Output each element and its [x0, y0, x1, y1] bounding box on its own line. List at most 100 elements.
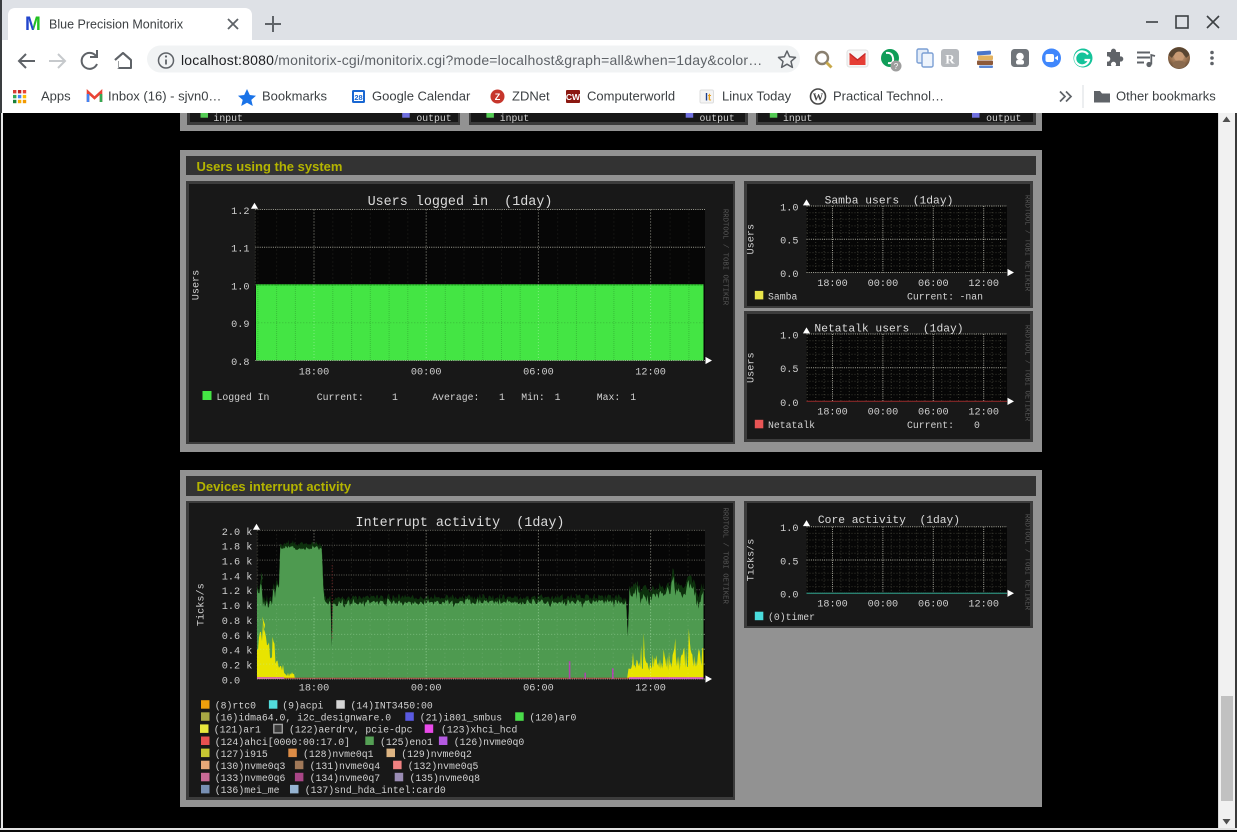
svg-text:Apps: Apps [41, 89, 71, 104]
svg-text:(133)nvme0q6: (133)nvme0q6 [215, 773, 286, 784]
svg-text:Inbox (16) - sjvn0…: Inbox (16) - sjvn0… [108, 89, 221, 104]
svg-text:Users: Users [747, 352, 758, 383]
svg-text:(123)xhci_hcd: (123)xhci_hcd [441, 725, 518, 736]
svg-text:RRDTOOL / TOBI OETIKER: RRDTOOL / TOBI OETIKER [1022, 195, 1030, 292]
svg-text:Max:: Max: [597, 391, 621, 402]
svg-text:1.8 k: 1.8 k [222, 542, 253, 554]
svg-text:output: output [416, 113, 451, 124]
svg-text:0.0: 0.0 [780, 591, 798, 602]
svg-text:Blue Precision Monitorix: Blue Precision Monitorix [49, 18, 184, 32]
svg-text:Samba: Samba [768, 291, 798, 302]
svg-text:Samba users (1day): Samba users (1day) [825, 196, 954, 208]
svg-text:0.5: 0.5 [780, 365, 798, 376]
svg-text:12:00: 12:00 [968, 600, 999, 611]
svg-text:(136)mei_me: (136)mei_me [215, 785, 280, 796]
svg-text:Logged In: Logged In [217, 391, 270, 402]
svg-text:RRDTOOL / TOBI OETIKER: RRDTOOL / TOBI OETIKER [1022, 325, 1030, 422]
svg-text:ZDNet: ZDNet [512, 89, 550, 104]
svg-text:RRDTOOL / TOBI OETIKER: RRDTOOL / TOBI OETIKER [720, 208, 728, 305]
svg-text:00:00: 00:00 [868, 279, 899, 290]
svg-text:-nan: -nan [960, 291, 984, 302]
svg-text:Netatalk users (1day): Netatalk users (1day) [814, 324, 963, 336]
svg-text:1: 1 [630, 391, 636, 402]
svg-text:input: input [214, 113, 243, 124]
svg-text:0.2 k: 0.2 k [222, 661, 253, 673]
svg-text:00:00: 00:00 [868, 600, 899, 611]
svg-text:CW: CW [566, 92, 581, 102]
svg-text:0.0: 0.0 [780, 270, 798, 281]
svg-text:Ticks/s: Ticks/s [196, 584, 208, 627]
svg-text:(14)INT3450:00: (14)INT3450:00 [351, 701, 433, 712]
svg-text:2.0 k: 2.0 k [222, 527, 253, 539]
svg-text:(134)nvme0q7: (134)nvme0q7 [310, 773, 381, 784]
svg-text:Users: Users [192, 269, 203, 300]
svg-text:output: output [700, 113, 735, 124]
svg-text:18:00: 18:00 [817, 600, 848, 611]
svg-text:(128)nvme0q1: (128)nvme0q1 [303, 749, 374, 760]
svg-text:12:00: 12:00 [635, 367, 666, 378]
svg-text:1.0: 1.0 [780, 203, 798, 214]
svg-text:(8)rtc0: (8)rtc0 [215, 701, 256, 712]
svg-text:(135)nvme0q8: (135)nvme0q8 [410, 773, 481, 784]
svg-text:(122)aerdrv, pcie-dpc: (122)aerdrv, pcie-dpc [289, 725, 413, 736]
svg-text:(129)nvme0q2: (129)nvme0q2 [401, 749, 472, 760]
svg-text:(9)acpi: (9)acpi [282, 701, 323, 712]
svg-text:12:00: 12:00 [635, 684, 666, 695]
svg-text:Interrupt activity (1day): Interrupt activity (1day) [356, 516, 565, 531]
svg-text:?: ? [894, 62, 899, 71]
svg-text:1.0 k: 1.0 k [222, 601, 253, 613]
svg-text:0.9: 0.9 [231, 320, 249, 331]
svg-text:(124)ahci[0000:00:17.0]: (124)ahci[0000:00:17.0] [215, 737, 350, 748]
svg-text:00:00: 00:00 [411, 684, 442, 695]
svg-text:(16)idma64.0, i2c_designware.0: (16)idma64.0, i2c_designware.0 [215, 713, 391, 724]
svg-text:0.5: 0.5 [780, 558, 798, 569]
svg-text:1.4 k: 1.4 k [222, 572, 253, 584]
svg-text:(126)nvme0q0: (126)nvme0q0 [454, 737, 525, 748]
svg-text:Users: Users [747, 224, 758, 255]
svg-text:RRDTOOL / TOBI OETIKER: RRDTOOL / TOBI OETIKER [1022, 514, 1030, 611]
svg-text:18:00: 18:00 [299, 684, 330, 695]
svg-text:Core activity (1day): Core activity (1day) [818, 515, 960, 527]
svg-text:0.5: 0.5 [780, 237, 798, 248]
svg-text:12:00: 12:00 [968, 408, 999, 419]
svg-text:Other bookmarks: Other bookmarks [1116, 89, 1216, 104]
svg-text:(131)nvme0q4: (131)nvme0q4 [310, 761, 381, 772]
svg-text:12:00: 12:00 [968, 279, 999, 290]
svg-text:Current:: Current: [907, 291, 954, 302]
svg-text:18:00: 18:00 [817, 279, 848, 290]
svg-text:18:00: 18:00 [817, 408, 848, 419]
svg-text:1: 1 [555, 391, 561, 402]
svg-text:Average:: Average: [432, 391, 479, 402]
svg-text:(21)i801_smbus: (21)i801_smbus [420, 713, 502, 724]
svg-text:(127)i915: (127)i915 [215, 749, 268, 760]
svg-text:06:00: 06:00 [918, 279, 949, 290]
svg-text:1.0: 1.0 [780, 331, 798, 342]
svg-text:(120)ar0: (120)ar0 [529, 713, 576, 724]
svg-text:06:00: 06:00 [918, 600, 949, 611]
svg-text:(137)snd_hda_intel:card0: (137)snd_hda_intel:card0 [305, 785, 446, 796]
svg-text:output: output [986, 113, 1021, 124]
svg-text:1.1: 1.1 [231, 244, 249, 255]
svg-text:Min:: Min: [521, 391, 545, 402]
svg-text:0.8: 0.8 [231, 357, 249, 368]
svg-text:0.0: 0.0 [780, 399, 798, 410]
svg-text:1.0: 1.0 [780, 524, 798, 535]
svg-text:00:00: 00:00 [411, 367, 442, 378]
svg-text:(130)nvme0q3: (130)nvme0q3 [215, 761, 286, 772]
svg-text:Computerworld: Computerworld [587, 89, 675, 104]
svg-text:1.2: 1.2 [231, 206, 249, 217]
svg-text:1.0: 1.0 [231, 282, 249, 293]
svg-text:R: R [945, 52, 955, 67]
svg-text:(125)eno1: (125)eno1 [380, 737, 433, 748]
svg-text:Users logged in (1day): Users logged in (1day) [368, 195, 553, 210]
svg-text:1: 1 [499, 391, 505, 402]
svg-text:1: 1 [392, 391, 398, 402]
svg-text:28: 28 [354, 93, 362, 102]
svg-text:Current:: Current: [317, 391, 364, 402]
svg-text:Google Calendar: Google Calendar [372, 89, 471, 104]
svg-text:0.0: 0.0 [222, 677, 240, 688]
svg-text:Current:: Current: [907, 420, 954, 431]
svg-text:Bookmarks: Bookmarks [262, 89, 328, 104]
svg-text:0.8 k: 0.8 k [222, 616, 253, 628]
svg-text:0: 0 [974, 420, 980, 431]
